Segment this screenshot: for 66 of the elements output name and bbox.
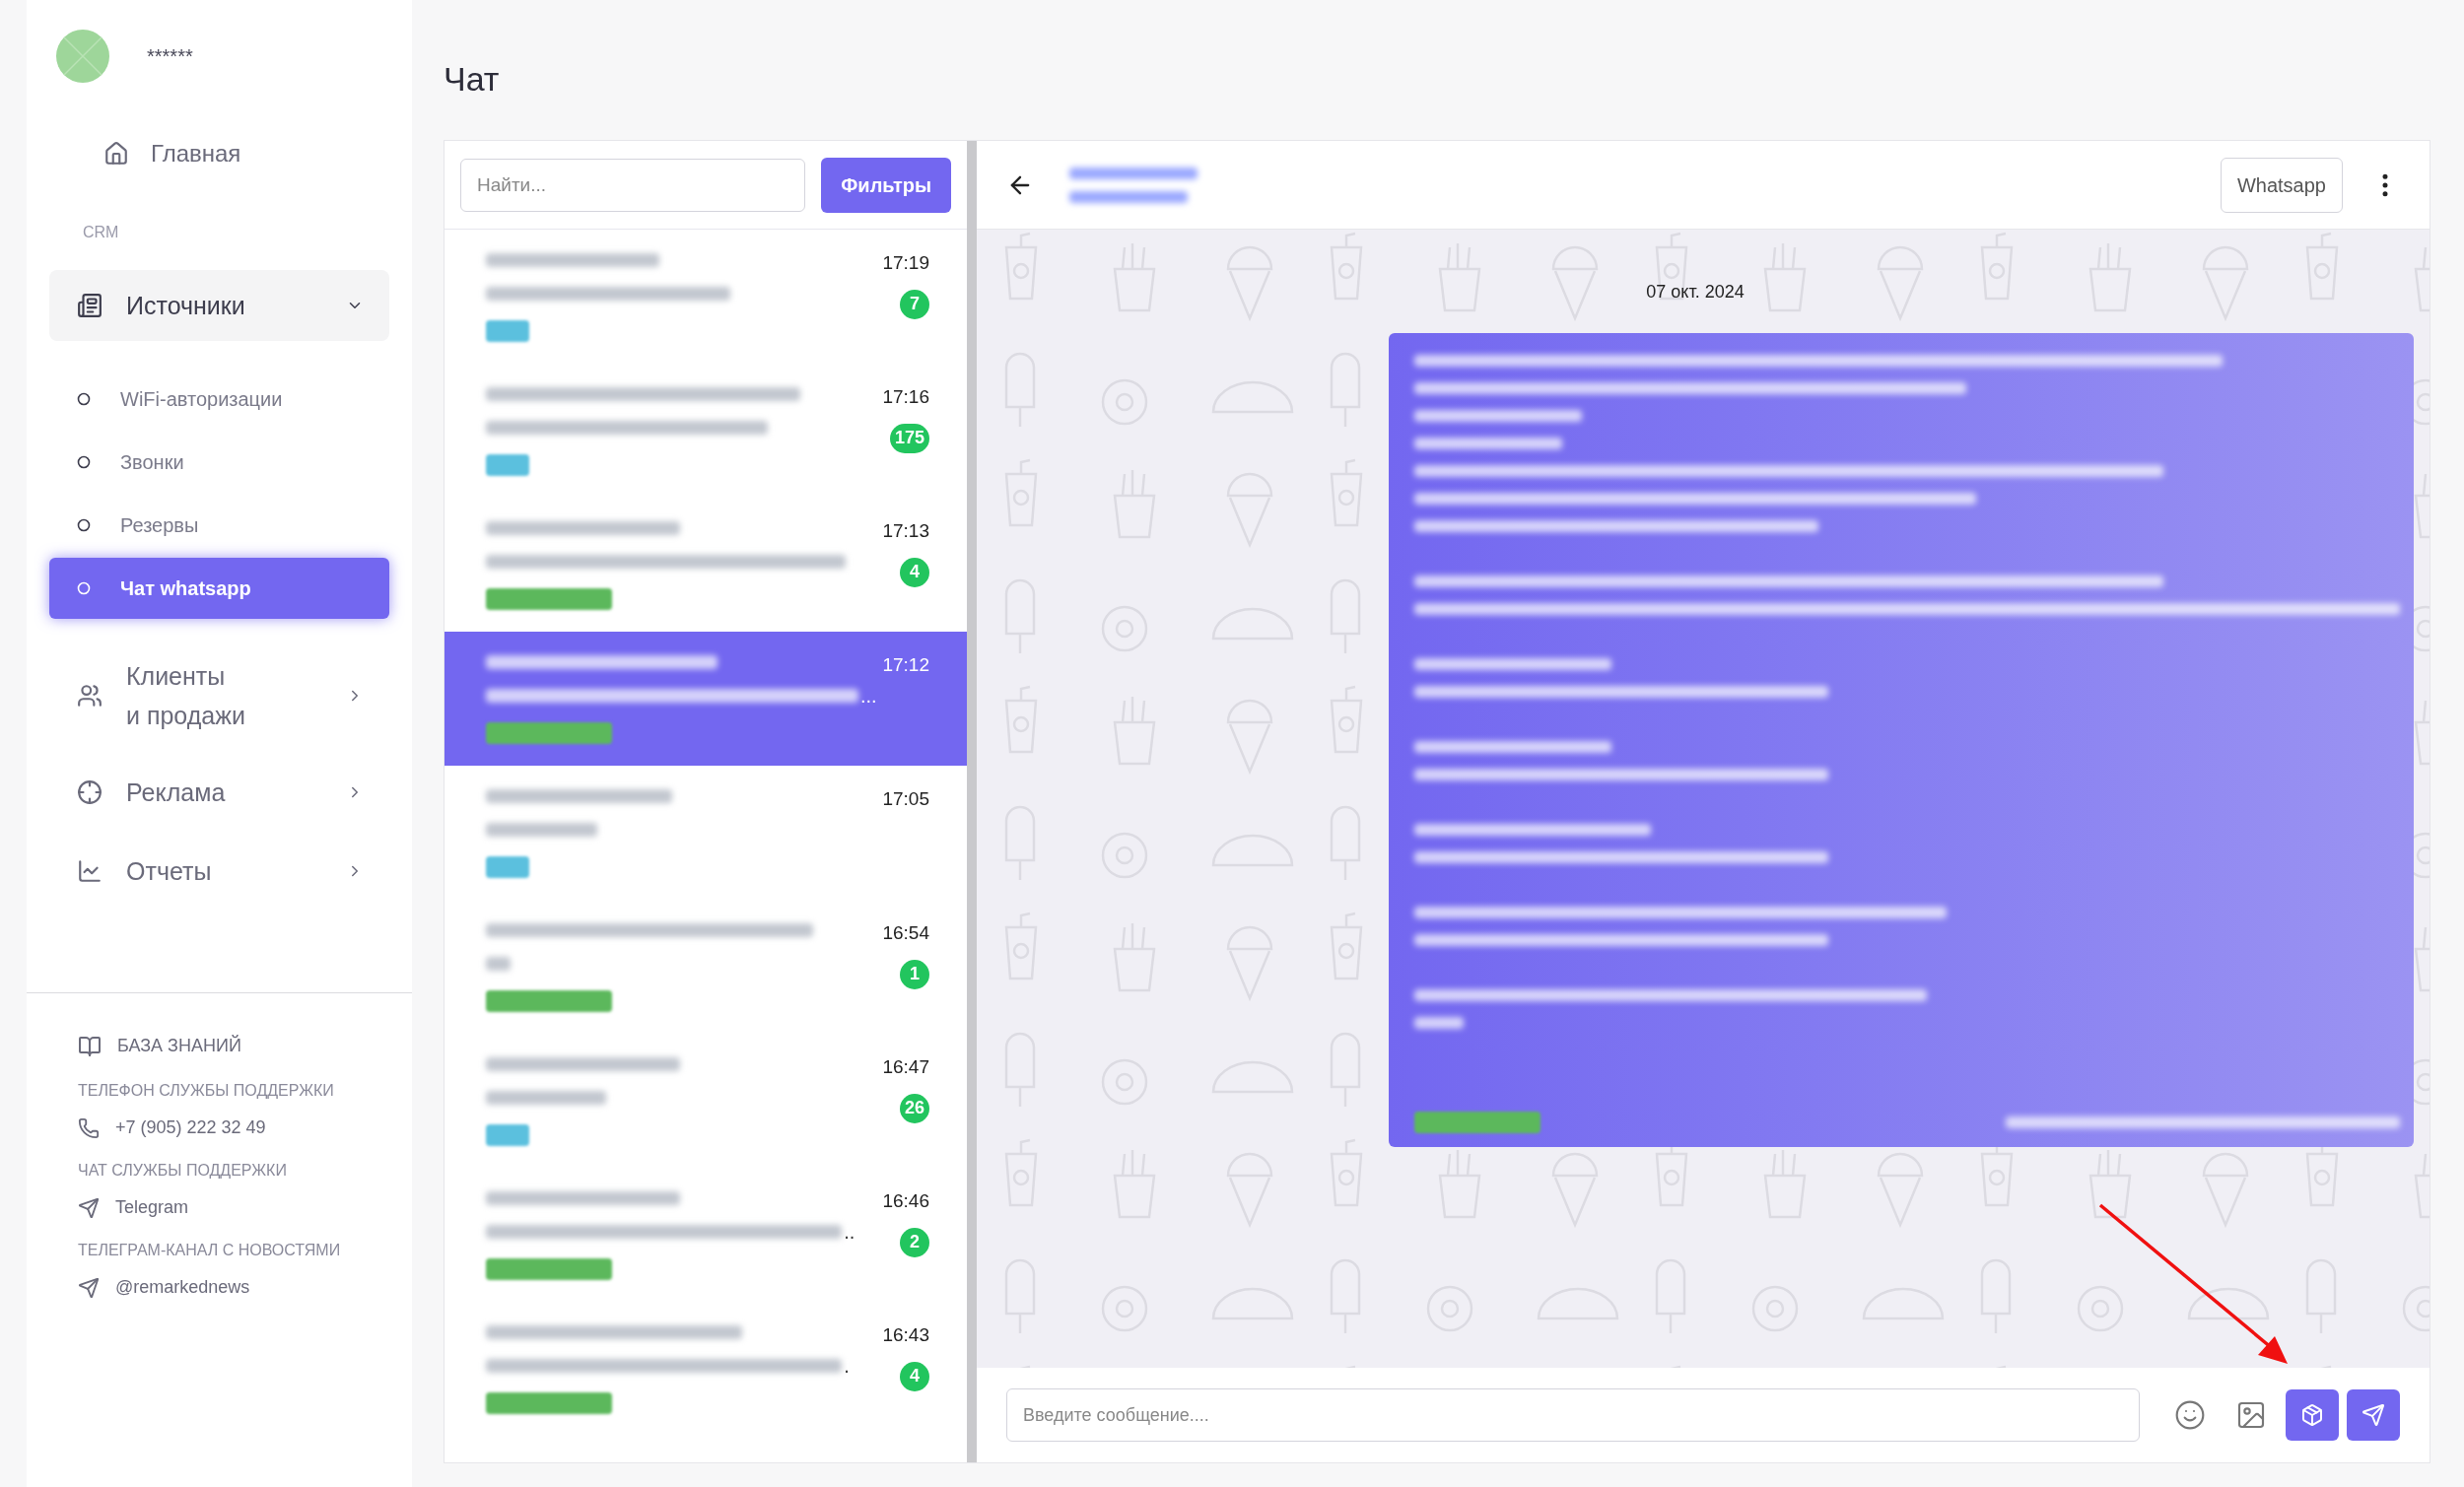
- unread-count: 4: [900, 1361, 929, 1391]
- contact-link[interactable]: +7 (905) 222 32 49: [78, 1115, 412, 1141]
- chat-time: 17:19: [882, 251, 929, 275]
- chat-time: 16:46: [882, 1189, 929, 1213]
- nav-group[interactable]: Источники: [49, 270, 389, 341]
- date-label: 07 окт. 2024: [1646, 281, 1745, 304]
- section-label: CRM: [82, 223, 120, 242]
- chat-time: 16:54: [882, 921, 929, 945]
- nav-subitem[interactable]: Чат whatsapp: [49, 558, 389, 619]
- paper-plane-icon: [78, 1196, 100, 1219]
- chat-time: 16:47: [882, 1055, 929, 1079]
- nav-subitem[interactable]: WiFi-авторизации: [49, 369, 389, 430]
- chart-icon: [77, 858, 103, 884]
- unread-count: 4: [900, 557, 929, 587]
- circle-icon: [77, 518, 91, 532]
- nav-item[interactable]: Главная: [49, 124, 389, 183]
- send-icon: [2361, 1403, 2385, 1427]
- user-name: ******: [147, 44, 193, 69]
- crosshair-icon: [77, 779, 103, 805]
- nav-subitem[interactable]: Звонки: [49, 432, 389, 493]
- nav-group[interactable]: Отчеты: [49, 836, 389, 907]
- chat-time: 17:12: [882, 653, 929, 677]
- home-icon: [103, 141, 129, 167]
- ellipsis-text: ..: [844, 1225, 856, 1239]
- box-icon: [2300, 1403, 2324, 1427]
- avatar: [56, 30, 109, 83]
- ellipsis-text: .: [844, 1359, 850, 1373]
- people-icon: [77, 683, 103, 709]
- unread-count: 26: [899, 1093, 929, 1123]
- chat-time: 17:05: [882, 787, 929, 811]
- knowledge-base-link[interactable]: БАЗА ЗНАНИЙ: [78, 1033, 412, 1059]
- chat-time: 17:16: [882, 385, 929, 409]
- circle-icon: [77, 455, 91, 469]
- phone-icon: [78, 1116, 100, 1139]
- chat-list-item[interactable]: ... 17:12: [445, 632, 967, 766]
- unread-count: 7: [900, 289, 929, 319]
- circle-icon: [77, 581, 91, 595]
- search-field[interactable]: Найти...: [460, 158, 806, 212]
- circle-icon: [77, 392, 91, 406]
- unread-count: 2: [900, 1227, 929, 1257]
- channel-button[interactable]: Whatsapp: [2220, 157, 2343, 213]
- contact-heading: ТЕЛЕГРАМ-КАНАЛ С НОВОСТЯМИ: [78, 1241, 342, 1260]
- nav-group[interactable]: Клиенты и продажи: [49, 642, 389, 749]
- unread-count: 175: [889, 423, 929, 453]
- contact-link[interactable]: Telegram: [78, 1194, 412, 1221]
- newspaper-icon: [77, 293, 103, 318]
- contact-link[interactable]: @remarkednews: [78, 1274, 412, 1301]
- box-button[interactable]: [2286, 1389, 2339, 1441]
- send-button[interactable]: [2347, 1389, 2400, 1441]
- chat-time: 16:43: [882, 1323, 929, 1347]
- page-title: Чат: [444, 59, 501, 100]
- message-field[interactable]: Введите сообщение....: [1006, 1388, 2140, 1442]
- filters-button[interactable]: Фильтры: [821, 157, 951, 213]
- unread-count: 1: [900, 959, 929, 989]
- nav-subitem[interactable]: Резервы: [49, 495, 389, 556]
- smiley-icon: [2174, 1399, 2206, 1431]
- blurred-text: [1414, 1017, 1464, 1029]
- blurred-text: [486, 957, 512, 971]
- book-icon: [78, 1034, 102, 1058]
- image-icon: [2235, 1399, 2267, 1431]
- paper-plane-icon: [78, 1276, 100, 1299]
- nav-group[interactable]: Реклама: [49, 757, 389, 828]
- chat-time: 17:13: [882, 519, 929, 543]
- contact-heading: ТЕЛЕФОН СЛУЖБЫ ПОДДЕРЖКИ: [78, 1081, 335, 1101]
- ellipsis-text: ...: [860, 689, 877, 703]
- contact-heading: ЧАТ СЛУЖБЫ ПОДДЕРЖКИ: [78, 1161, 288, 1181]
